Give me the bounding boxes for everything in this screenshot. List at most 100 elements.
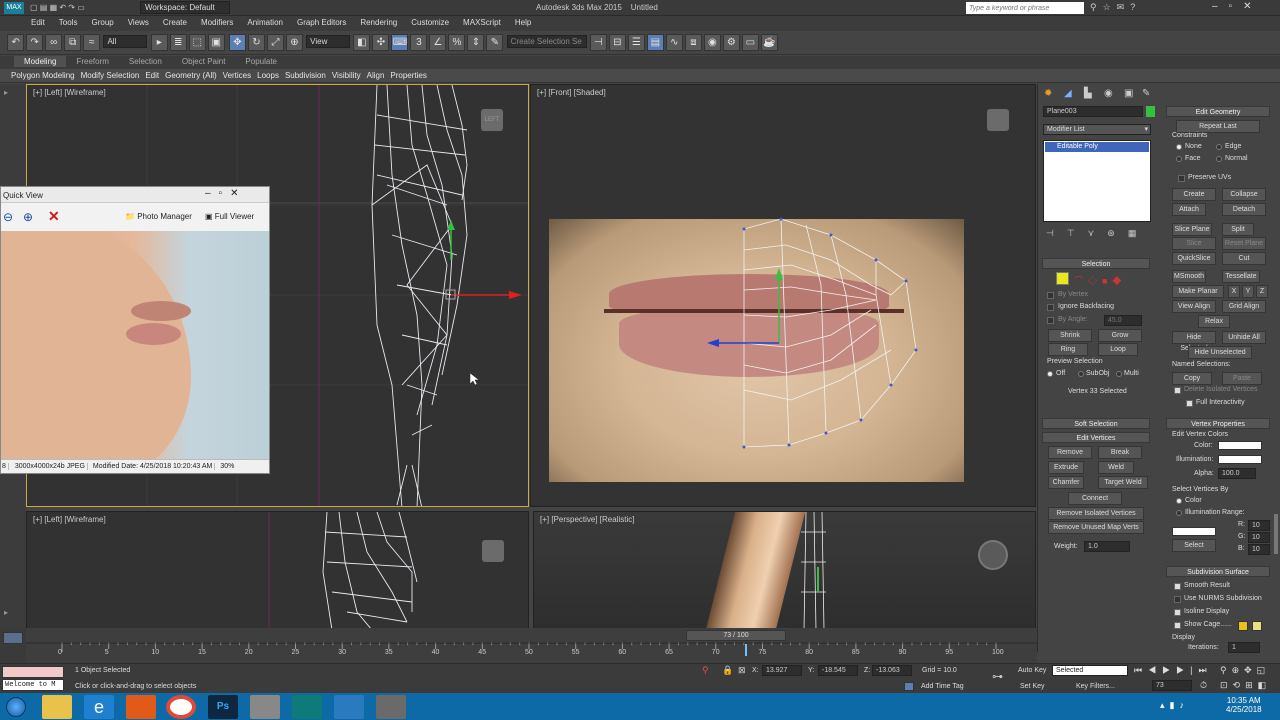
cage-color-2[interactable]	[1252, 621, 1262, 631]
pivot-center-icon[interactable]: ◧	[353, 34, 371, 51]
menu-tools[interactable]: Tools	[52, 16, 85, 27]
viewport-nav-controls[interactable]: ⚲⊕✥◱	[1220, 665, 1270, 676]
ignore-backfacing-checkbox[interactable]	[1047, 304, 1054, 311]
select-rotate-icon[interactable]: ↻	[247, 34, 265, 51]
subobject-mode-icons[interactable]: ⌒◇■◆	[1074, 274, 1126, 287]
view-align-button[interactable]: View Align	[1172, 300, 1216, 313]
tab-object-paint[interactable]: Object Paint	[172, 56, 236, 67]
menu-modifiers[interactable]: Modifiers	[194, 16, 240, 27]
menu-edit[interactable]: Edit	[24, 16, 52, 27]
redo-icon[interactable]: ↷	[26, 34, 44, 51]
set-key-button[interactable]: Set Key	[1020, 683, 1045, 690]
add-time-tag-button[interactable]: Add Time Tag	[921, 683, 964, 690]
vertex-properties-rollout[interactable]: Vertex Properties	[1166, 418, 1270, 429]
unlink-icon[interactable]: ⧉	[64, 34, 82, 51]
maxscript-listener-pink[interactable]	[2, 666, 64, 678]
edit-named-sel-icon[interactable]: ✎	[486, 34, 504, 51]
subdivision-surface-rollout[interactable]: Subdivision Surface	[1166, 566, 1270, 577]
expand-arrow-icon[interactable]: ▸	[4, 88, 8, 97]
preview-multi-radio[interactable]	[1116, 371, 1122, 377]
hide-selected-button[interactable]: Hide Selected	[1172, 331, 1216, 352]
viewcube-bl[interactable]	[482, 540, 504, 562]
transform-mode-icon[interactable]: ⊠	[738, 665, 746, 676]
object-color-swatch[interactable]	[1146, 106, 1155, 117]
delete-isolated-checkbox[interactable]	[1174, 387, 1181, 394]
stack-tools-icons[interactable]: ⊣⊤⋎⊛▦	[1046, 228, 1149, 239]
constraint-normal-radio[interactable]	[1216, 156, 1222, 162]
menu-customize[interactable]: Customize	[404, 16, 456, 27]
smooth-result-checkbox[interactable]	[1174, 583, 1181, 590]
zoom-in-icon[interactable]: ⊕	[23, 210, 33, 224]
keyboard-shortcut-icon[interactable]: ⌨	[391, 34, 409, 51]
ribbon-geometry[interactable]: Geometry (All)	[162, 69, 220, 82]
system-clock[interactable]: 10:35 AM 4/25/2018	[1226, 696, 1262, 714]
modifier-stack[interactable]: Editable Poly	[1043, 140, 1151, 222]
menu-views[interactable]: Views	[121, 16, 156, 27]
break-button[interactable]: Break	[1098, 446, 1142, 459]
display-tab-icon[interactable]: ▣	[1124, 88, 1133, 99]
selection-filter-dropdown[interactable]: All	[103, 35, 148, 48]
grid-align-button[interactable]: Grid Align	[1222, 300, 1266, 313]
chrome-icon[interactable]	[166, 695, 196, 719]
zoom-out-icon[interactable]: ⊖	[3, 210, 13, 224]
menu-graph-editors[interactable]: Graph Editors	[290, 16, 353, 27]
planar-y-button[interactable]: Y	[1242, 285, 1254, 298]
grow-button[interactable]: Grow	[1098, 329, 1142, 342]
percent-snap-icon[interactable]: %	[448, 34, 466, 51]
preview-subobj-radio[interactable]	[1078, 371, 1084, 377]
relax-button[interactable]: Relax	[1198, 315, 1230, 328]
reference-coord-dropdown[interactable]: View	[306, 35, 351, 48]
viewport-nav-controls-2[interactable]: ⊡⟲⊞◧	[1220, 680, 1271, 691]
ribbon-visibility[interactable]: Visibility	[329, 69, 364, 82]
preserve-uvs-checkbox[interactable]	[1178, 175, 1185, 182]
slice-plane-button[interactable]: Slice Plane	[1172, 223, 1212, 236]
rendered-frame-icon[interactable]: ▭	[741, 34, 759, 51]
maxscript-listener[interactable]: Welcome to M	[2, 679, 64, 691]
alpha-field[interactable]: 100.0	[1218, 468, 1256, 479]
planar-x-button[interactable]: X	[1228, 285, 1240, 298]
select-by-illum-radio[interactable]	[1176, 510, 1182, 516]
viewport-front-shaded[interactable]: [+] [Front] [Shaded]	[530, 84, 1036, 507]
mini-curve-editor-icon[interactable]	[3, 632, 23, 644]
quick-view-window-controls[interactable]: –▫✕	[205, 188, 247, 199]
menu-create[interactable]: Create	[156, 16, 194, 27]
menu-rendering[interactable]: Rendering	[353, 16, 404, 27]
menu-maxscript[interactable]: MAXScript	[456, 16, 508, 27]
target-weld-button[interactable]: Target Weld	[1098, 476, 1148, 489]
angle-field[interactable]: 45.0	[1104, 315, 1142, 326]
search-input[interactable]	[966, 2, 1084, 14]
planar-z-button[interactable]: Z	[1256, 285, 1268, 298]
cut-button[interactable]: Cut	[1222, 252, 1266, 265]
workspace-dropdown[interactable]: Workspace: Default	[140, 1, 230, 14]
weight-field[interactable]: 1.0	[1084, 541, 1130, 552]
menu-help[interactable]: Help	[508, 16, 538, 27]
attach-button[interactable]: Attach	[1172, 203, 1206, 216]
tray-icons[interactable]: ▴▮♪	[1160, 700, 1189, 711]
constraint-edge-radio[interactable]	[1216, 144, 1222, 150]
selection-lock-icon[interactable]: ⚲	[702, 665, 709, 676]
named-selection-dropdown[interactable]: Create Selection Se	[506, 35, 587, 48]
ribbon-loops[interactable]: Loops	[254, 69, 282, 82]
max-logo-icon[interactable]: MAX	[4, 2, 24, 14]
auto-key-button[interactable]: Auto Key	[1018, 667, 1046, 674]
by-angle-checkbox[interactable]	[1047, 317, 1054, 324]
command-panel-scrollbar[interactable]	[1274, 514, 1278, 554]
hide-unselected-button[interactable]: Hide Unselected	[1188, 346, 1252, 359]
ribbon-vertices[interactable]: Vertices	[220, 69, 254, 82]
utilities-tab-icon[interactable]: ✎	[1142, 88, 1150, 99]
window-controls[interactable]: –▫✕	[1212, 1, 1263, 12]
range-g-field[interactable]: 10	[1248, 532, 1270, 543]
3dsmax-taskbar-icon[interactable]	[292, 695, 322, 719]
align-icon[interactable]: ⊟	[608, 34, 626, 51]
undo-icon[interactable]: ↶	[7, 34, 25, 51]
select-button[interactable]: Select	[1172, 539, 1216, 552]
stack-item-editable-poly[interactable]: Editable Poly	[1045, 142, 1149, 152]
detach-button[interactable]: Detach	[1222, 203, 1266, 216]
create-tab-icon[interactable]: ✹	[1044, 88, 1052, 99]
object-name-field[interactable]: Plane003	[1043, 106, 1143, 117]
ribbon-polygon-modeling[interactable]: Polygon Modeling	[8, 69, 78, 82]
tab-selection[interactable]: Selection	[119, 56, 172, 67]
connect-button[interactable]: Connect	[1068, 492, 1122, 505]
time-config-icon[interactable]: ⏱	[1200, 680, 1210, 691]
modifier-list-dropdown[interactable]: Modifier List ▾	[1043, 124, 1151, 135]
